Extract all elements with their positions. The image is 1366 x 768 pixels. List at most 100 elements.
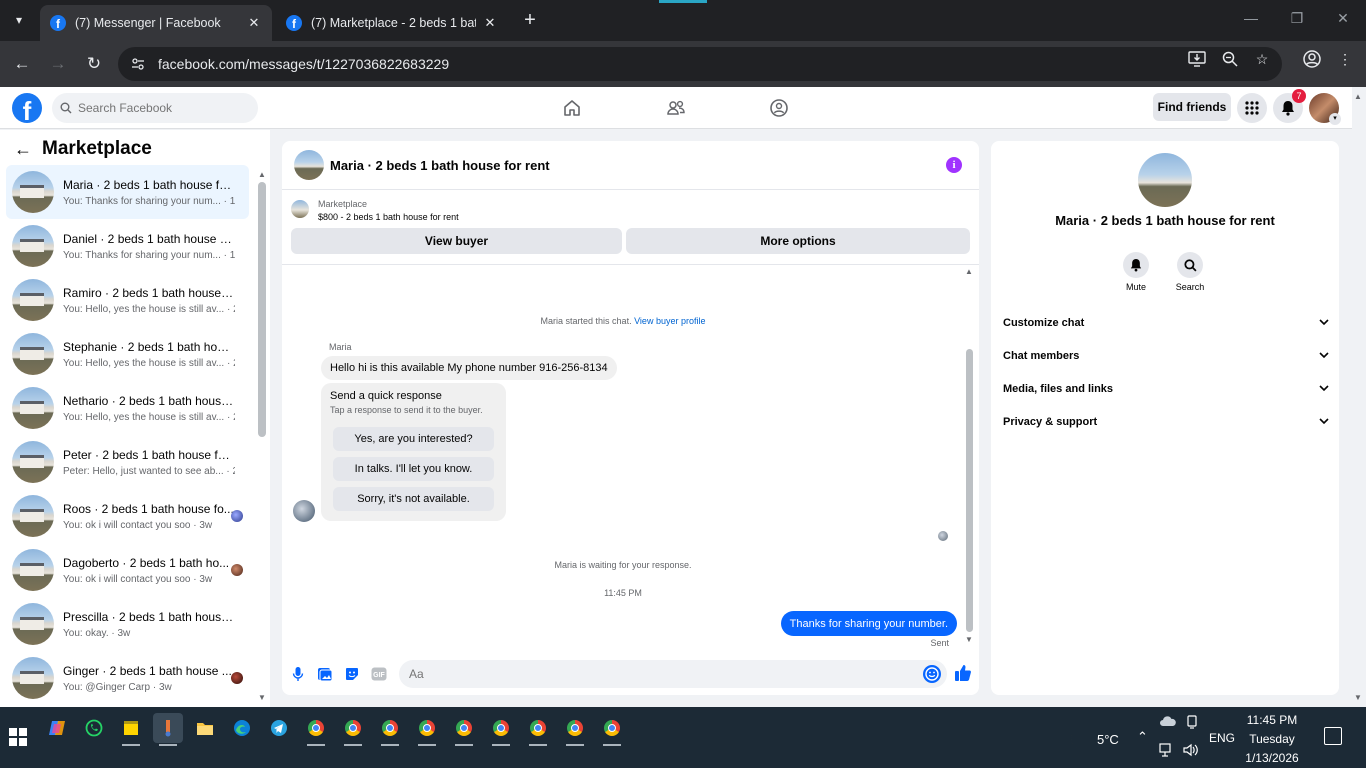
tab-messenger[interactable]: f (7) Messenger | Facebook ✕ <box>40 5 272 41</box>
chrome-icon[interactable] <box>449 713 479 746</box>
conversation-item[interactable]: Peter · 2 beds 1 bath house for r... Pete… <box>6 435 249 489</box>
weather-widget[interactable]: 5°C <box>1065 727 1119 751</box>
whatsapp-icon[interactable] <box>79 713 109 743</box>
browser-menu-icon[interactable]: ⋮ <box>1335 49 1355 69</box>
restore-button[interactable]: ❐ <box>1274 10 1320 27</box>
site-settings-icon[interactable] <box>130 56 146 72</box>
chat-members-row[interactable]: Chat members <box>1003 342 1329 370</box>
friends-icon[interactable] <box>663 95 689 121</box>
file-explorer-icon[interactable] <box>190 713 220 743</box>
url-text[interactable]: facebook.com/messages/t/1227036822683229 <box>158 56 449 72</box>
chrome-icon[interactable] <box>560 713 590 746</box>
chrome-icon[interactable] <box>301 713 331 746</box>
edge-browser-icon[interactable] <box>227 713 257 743</box>
conversation-item[interactable]: Stephanie · 2 beds 1 bath house... You: H… <box>6 327 249 381</box>
conversation-list-scrollbar[interactable] <box>258 182 266 437</box>
listing-photo[interactable] <box>1138 153 1192 207</box>
page-scroll-down-icon[interactable]: ▼ <box>1354 693 1362 702</box>
system-clock[interactable]: 11:45 PM Tuesday 1/13/2026 <box>1240 711 1304 768</box>
photo-icon[interactable] <box>317 666 333 682</box>
home-icon[interactable] <box>559 95 585 121</box>
chat-header[interactable]: Maria · 2 beds 1 bath house for rent <box>282 141 979 190</box>
tab-marketplace[interactable]: f (7) Marketplace - 2 beds 1 bath ✕ <box>276 5 508 41</box>
reload-icon[interactable]: ↻ <box>83 53 105 75</box>
mute-action[interactable]: Mute <box>1111 252 1161 292</box>
incoming-message-bubble[interactable]: Hello hi is this available My phone numb… <box>321 356 617 380</box>
chrome-icon[interactable] <box>412 713 442 746</box>
chrome-icon[interactable] <box>338 713 368 746</box>
listing-title[interactable]: $800 - 2 beds 1 bath house for rent <box>318 212 459 222</box>
menu-grid-icon[interactable] <box>1237 93 1267 123</box>
conversation-item[interactable]: Ramiro · 2 beds 1 bath house fo... You: H… <box>6 273 249 327</box>
sticker-icon[interactable] <box>344 666 360 682</box>
scroll-up-arrow-icon[interactable]: ▲ <box>965 267 973 276</box>
chevron-down-icon[interactable]: ▾ <box>1329 113 1341 125</box>
sender-avatar[interactable] <box>293 500 315 522</box>
outgoing-message-bubble[interactable]: Thanks for sharing your number. <box>780 611 957 636</box>
emoji-icon[interactable] <box>923 665 941 683</box>
chat-scrollbar[interactable] <box>966 349 973 632</box>
sticky-notes-icon[interactable] <box>116 713 146 746</box>
mute-bell-icon[interactable] <box>1123 252 1149 278</box>
notification-center-icon[interactable] <box>1324 727 1342 745</box>
customize-chat-row[interactable]: Customize chat <box>1003 309 1329 337</box>
scroll-down-arrow-icon[interactable]: ▼ <box>258 693 266 702</box>
thumbs-up-icon[interactable] <box>954 664 972 682</box>
tray-expand-icon[interactable]: ⌃ <box>1137 729 1148 745</box>
volume-icon[interactable] <box>1183 743 1199 760</box>
conversation-item[interactable]: Dagoberto · 2 beds 1 bath ho... You: ok i… <box>6 543 249 597</box>
info-icon[interactable]: i <box>946 157 962 173</box>
more-options-button[interactable]: More options <box>626 228 970 254</box>
network-icon[interactable] <box>1159 743 1175 760</box>
conversation-item[interactable]: Prescilla · 2 beds 1 bath house f... You:… <box>6 597 249 651</box>
telegram-icon[interactable] <box>264 713 294 743</box>
groups-icon[interactable] <box>766 95 792 121</box>
device-icon[interactable] <box>1185 715 1199 732</box>
microphone-icon[interactable] <box>290 666 306 682</box>
gif-icon[interactable]: GIF <box>371 666 387 682</box>
conversation-item[interactable]: Maria · 2 beds 1 bath house for ... You: … <box>6 165 249 219</box>
profile-icon[interactable] <box>1302 49 1322 69</box>
tab-close-icon[interactable]: ✕ <box>482 15 498 31</box>
minimize-button[interactable]: — <box>1228 10 1274 26</box>
message-input-box[interactable] <box>399 660 947 688</box>
conversation-item[interactable]: Daniel · 2 beds 1 bath house for... You: … <box>6 219 249 273</box>
view-buyer-button[interactable]: View buyer <box>291 228 622 254</box>
search-input[interactable] <box>78 101 248 115</box>
tab-search-button[interactable]: ▾ <box>6 8 32 32</box>
input-language[interactable]: ENG <box>1209 731 1235 745</box>
address-bar[interactable]: facebook.com/messages/t/1227036822683229 <box>118 47 1282 81</box>
close-window-button[interactable]: ✕ <box>1320 10 1366 27</box>
facebook-search[interactable] <box>52 93 258 123</box>
page-scroll-up-icon[interactable]: ▲ <box>1354 92 1362 101</box>
tab-close-icon[interactable]: ✕ <box>246 15 262 31</box>
search-action[interactable]: Search <box>1165 252 1215 292</box>
chat-title[interactable]: Maria · 2 beds 1 bath house for rent <box>330 158 550 173</box>
chrome-icon[interactable] <box>523 713 553 746</box>
back-arrow-icon[interactable]: ← <box>11 53 33 75</box>
install-app-icon[interactable] <box>1187 49 1207 69</box>
new-tab-button[interactable]: + <box>518 10 542 32</box>
view-buyer-profile-link[interactable]: View buyer profile <box>634 316 705 326</box>
conversation-item[interactable]: Ginger · 2 beds 1 bath house ... You: @Gi… <box>6 651 249 705</box>
zoom-icon[interactable] <box>1220 49 1240 69</box>
message-input[interactable] <box>409 667 909 681</box>
privacy-support-row[interactable]: Privacy & support <box>1003 408 1329 436</box>
search-icon[interactable] <box>1177 252 1203 278</box>
forward-arrow-icon[interactable]: → <box>47 53 69 75</box>
facebook-logo-icon[interactable]: f <box>12 93 42 123</box>
conversation-item[interactable]: Nethario · 2 beds 1 bath house ... You: H… <box>6 381 249 435</box>
onedrive-icon[interactable] <box>1159 715 1177 730</box>
conversation-item[interactable]: Roos · 2 beds 1 bath house fo... You: ok … <box>6 489 249 543</box>
scroll-up-arrow-icon[interactable]: ▲ <box>258 170 266 179</box>
app-running-icon[interactable] <box>153 713 183 746</box>
media-files-links-row[interactable]: Media, files and links <box>1003 375 1329 403</box>
chrome-icon[interactable] <box>486 713 516 746</box>
bookmark-star-icon[interactable]: ☆ <box>1252 49 1272 69</box>
quick-response-button[interactable]: Yes, are you interested? <box>333 427 494 451</box>
windows-start-icon[interactable] <box>9 728 27 746</box>
quick-response-button[interactable]: In talks. I'll let you know. <box>333 457 494 481</box>
quick-response-button[interactable]: Sorry, it's not available. <box>333 487 494 511</box>
back-arrow-icon[interactable]: ← <box>14 139 34 160</box>
chrome-icon[interactable] <box>597 713 627 746</box>
